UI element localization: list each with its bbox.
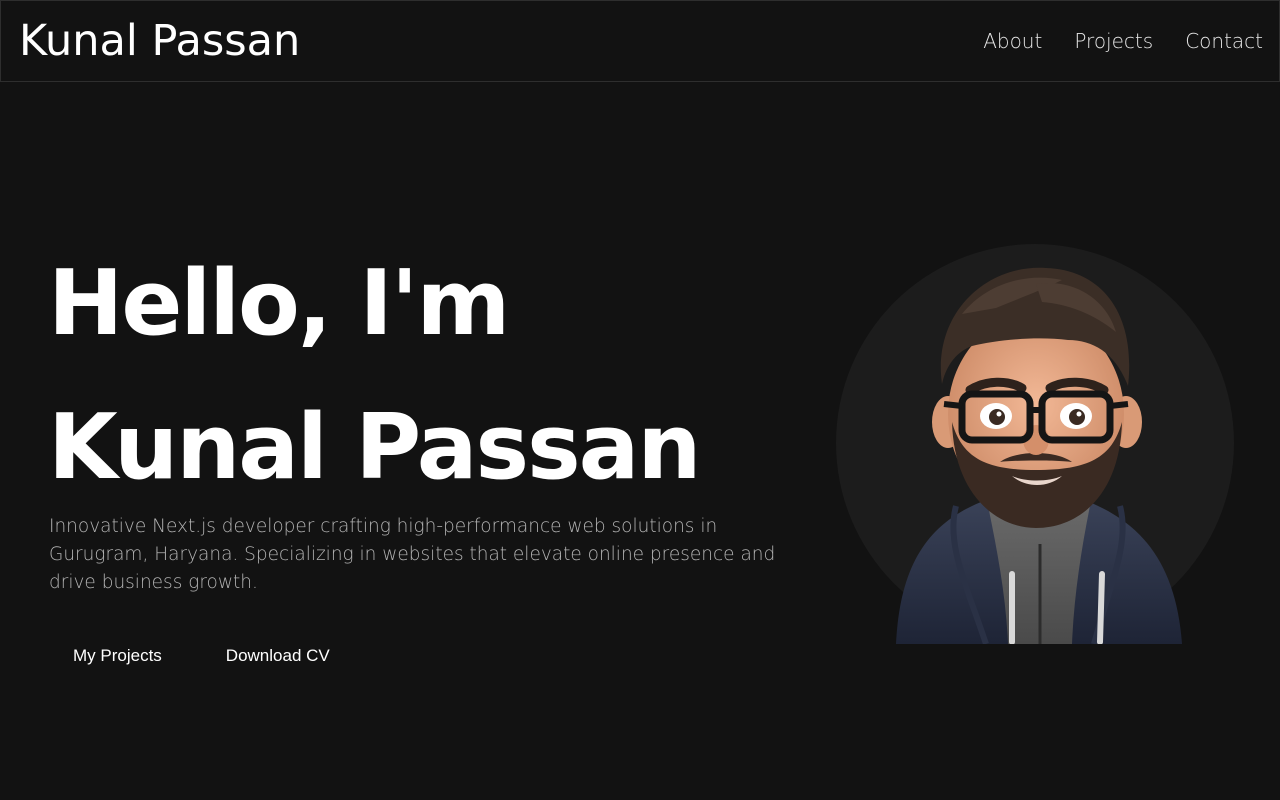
hero-heading: Hello, I'm Kunal Passan (48, 232, 701, 520)
brand-logo-link[interactable]: Kunal Passan (19, 16, 300, 66)
main-nav: About Projects Contact (983, 29, 1263, 53)
top-navbar: Kunal Passan About Projects Contact (0, 0, 1280, 82)
download-cv-button[interactable]: Download CV (202, 642, 354, 670)
avatar-illustration (896, 267, 1182, 644)
hero-actions: My Projects Download CV (49, 642, 354, 670)
nav-projects-link[interactable]: Projects (1074, 29, 1153, 53)
avatar (836, 244, 1234, 644)
hero-greeting: Hello, I'm (48, 251, 510, 356)
nav-about-link[interactable]: About (983, 29, 1042, 53)
hero-name: Kunal Passan (48, 395, 701, 500)
my-projects-button[interactable]: My Projects (49, 642, 186, 670)
hero-description: Innovative Next.js developer crafting hi… (49, 516, 776, 593)
nav-contact-link[interactable]: Contact (1185, 29, 1263, 53)
